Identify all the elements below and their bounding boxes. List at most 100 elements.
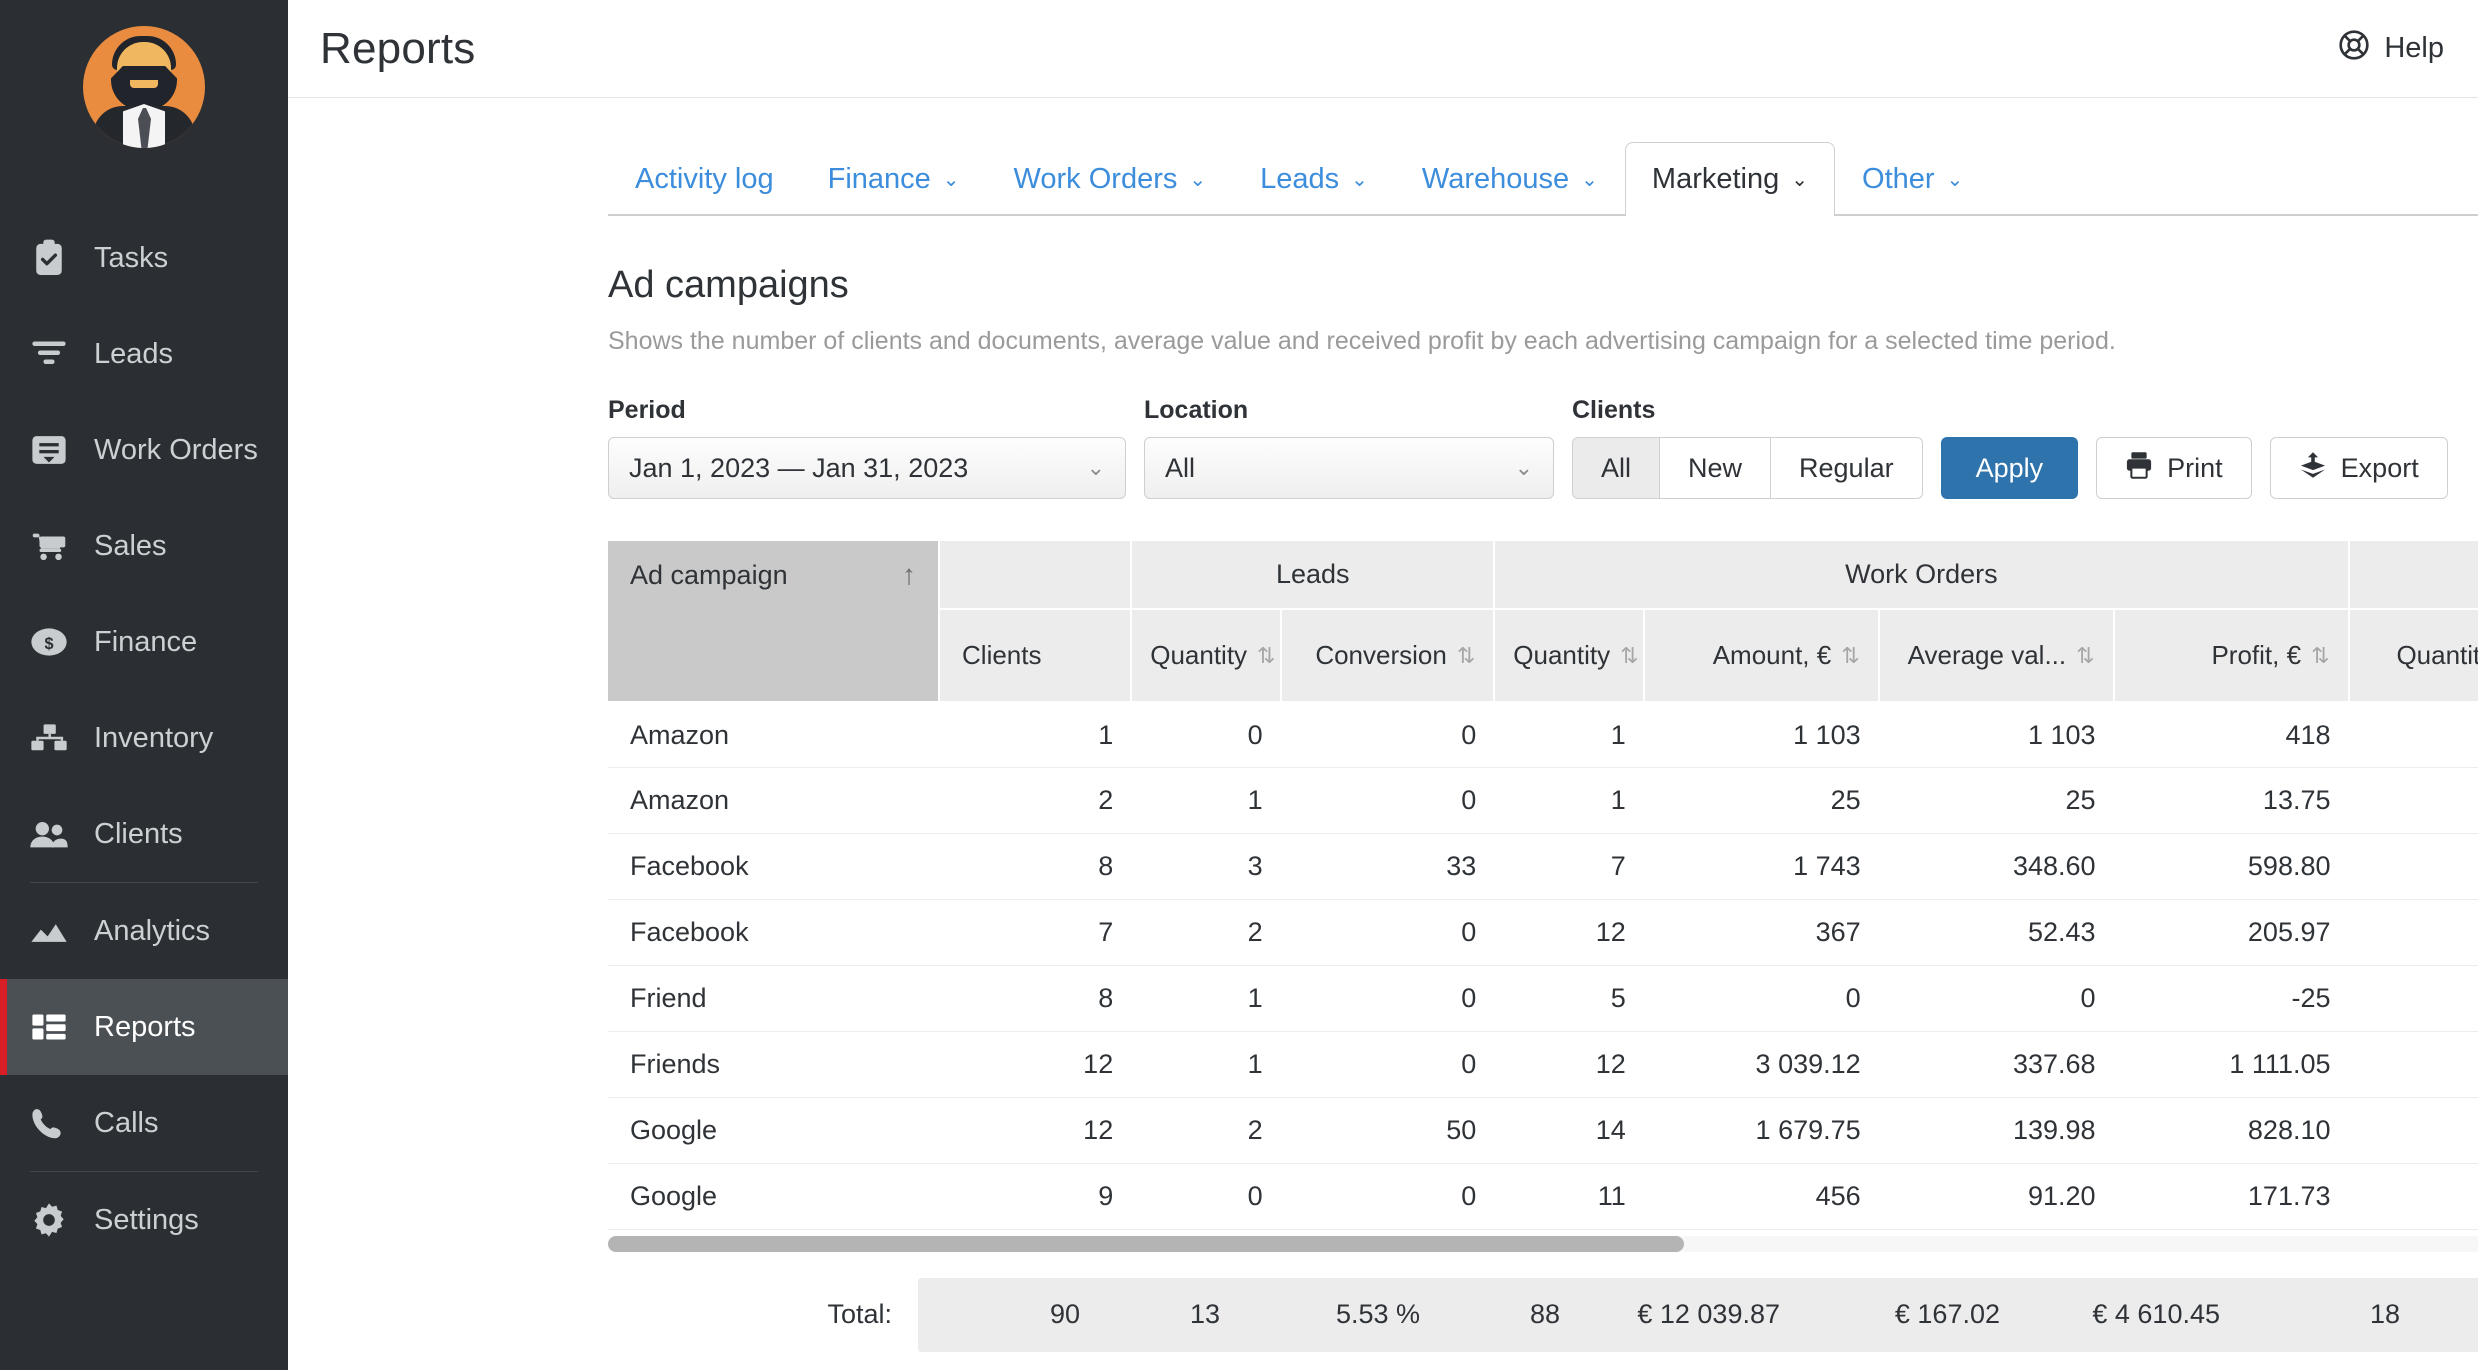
cell-wo-quantity: 1 [1610,784,1626,815]
sidebar-item-work-orders[interactable]: Work Orders [0,402,288,498]
tab-warehouse[interactable]: Warehouse ⌄ [1395,142,1625,216]
cell-clients: 12 [1083,1114,1114,1145]
table-row[interactable]: Amazon 1 0 0 1 1 103 1 103 418 0 0 [608,701,2478,767]
total-leads-conversion: 5.53 % [1335,1299,1420,1329]
total-clients: 90 [1049,1299,1080,1329]
column-group-leads: Leads [1131,541,1496,609]
table-row[interactable]: Friends 12 1 0 12 3 039.12 337.68 1 111.… [608,1031,2478,1097]
scrollbar-thumb[interactable] [608,1235,1684,1252]
sort-icon: ⇅ [1841,642,1860,668]
dollar-coin-icon: $ [26,619,72,665]
table-row[interactable]: Facebook 7 2 0 12 367 52.43 205.97 0 0 [608,899,2478,965]
sidebar-item-label: Finance [94,625,198,658]
cell-leads-conversion: 0 [1461,1048,1477,1079]
help-button[interactable]: Help [2338,29,2444,69]
column-header-label: Average val... [1907,640,2067,670]
chevron-down-icon: ⌄ [1514,455,1533,480]
column-header-clients[interactable]: Clients [939,608,1133,701]
tab-work-orders[interactable]: Work Orders ⌄ [987,142,1234,216]
avatar[interactable] [83,26,205,148]
report-table-container: Ad campaign ↑ Leads Work Orders Clients … [608,541,2478,1352]
column-header-wo-quantity[interactable]: Quantity ⇅ [1494,608,1645,701]
cell-wo-quantity: 12 [1595,916,1626,947]
tab-label: Warehouse [1421,163,1570,195]
column-header-leads-quantity[interactable]: Quantity ⇅ [1131,608,1282,701]
filter-bar: Period Jan 1, 2023 — Jan 31, 2023 ⌄ Loca… [608,396,2478,499]
cell-wo-quantity: 12 [1595,1048,1626,1079]
column-header-wo-profit[interactable]: Profit, € ⇅ [2113,608,2350,701]
table-row[interactable]: Google 9 0 0 11 456 91.20 171.73 0 0 [608,1163,2478,1229]
table-row[interactable]: Facebook 8 3 33 7 1 743 348.60 598.80 1 … [608,833,2478,899]
cell-wo-quantity: 11 [1597,1180,1626,1211]
cell-other-quantity: 0 [2349,767,2478,833]
sidebar-item-finance[interactable]: $ Finance [0,594,288,690]
sidebar-item-leads[interactable]: Leads [0,306,288,402]
tabs-list: Activity log Finance ⌄ Work Orders ⌄ Lea… [608,142,1990,218]
cell-leads-conversion: 0 [1461,916,1477,947]
column-header-leads-conversion[interactable]: Conversion ⇅ [1280,608,1496,701]
sort-icon: ⇅ [1257,642,1276,668]
cell-wo-amount: 456 [1815,1180,1861,1211]
column-header-other-quantity[interactable]: Quantity⇅ [2348,608,2478,701]
table-row[interactable]: Friend 8 1 0 5 0 0 -25 3 2 204 [608,965,2478,1031]
table-row[interactable]: Google 12 2 50 14 1 679.75 139.98 828.10… [608,1097,2478,1163]
sidebar-item-sales[interactable]: Sales [0,498,288,594]
column-header-ad-campaign[interactable]: Ad campaign ↑ [608,541,941,701]
total-other-amount: € 8 390.25 [2418,1299,2478,1330]
sidebar-item-analytics[interactable]: Analytics [0,883,288,979]
avatar-container[interactable] [0,26,288,148]
cell-campaign: Google [630,1114,718,1145]
clients-option-new[interactable]: New [1660,437,1772,499]
clients-filter: Clients All New Regular [1572,396,1923,499]
clients-option-all[interactable]: All [1572,437,1661,499]
column-header-wo-amount[interactable]: Amount, € ⇅ [1643,608,1880,701]
total-leads-quantity: 13 [1189,1299,1220,1329]
cell-wo-amount: 1 103 [1793,720,1861,751]
sort-ascending-icon: ↑ [902,559,917,590]
tab-marketing[interactable]: Marketing ⌄ [1624,142,1836,218]
chevron-down-icon: ⌄ [1086,455,1105,480]
period-select[interactable]: Jan 1, 2023 — Jan 31, 2023 ⌄ [608,437,1126,499]
sidebar-item-calls[interactable]: Calls [0,1075,288,1171]
report-title: Ad campaigns [608,264,849,306]
table-head: Ad campaign ↑ Leads Work Orders Clients … [608,541,2478,701]
sidebar-item-clients[interactable]: Clients [0,786,288,882]
total-wo-average: € 167.02 [1894,1299,2000,1329]
sidebar-item-inventory[interactable]: Inventory [0,690,288,786]
sidebar-item-settings[interactable]: Settings [0,1172,288,1268]
cell-wo-profit: 598.80 [2247,850,2331,881]
tab-other[interactable]: Other ⌄ [1835,142,1990,216]
clients-segmented-control: All New Regular [1572,437,1923,499]
sort-icon: ⇅ [2311,642,2330,668]
print-button[interactable]: Print [2096,437,2252,499]
cell-wo-average: 139.98 [2012,1114,2096,1145]
sidebar-item-reports[interactable]: Reports [0,979,288,1075]
location-label: Location [1144,396,1249,424]
sidebar-item-label: Analytics [94,914,211,947]
total-other-quantity: 18 [2369,1299,2400,1329]
cell-wo-amount: 3 039.12 [1755,1048,1861,1079]
cell-other-quantity: 0 [2349,899,2478,965]
column-header-wo-average-value[interactable]: Average val... ⇅ [1878,608,2115,701]
table-row[interactable]: Amazon 2 1 0 1 25 25 13.75 0 0 [608,767,2478,833]
report-tabs: Activity log Finance ⌄ Work Orders ⌄ Lea… [288,138,2478,218]
shopping-cart-icon [26,523,72,569]
column-header-label: Ad campaign [630,559,788,590]
tab-activity-log[interactable]: Activity log [608,142,801,216]
table-total-row: Total: 90 13 5.53 % 88 € 12 039.87 € 167… [608,1277,2478,1352]
horizontal-scrollbar[interactable] [608,1235,2478,1252]
location-select[interactable]: All ⌄ [1144,437,1554,499]
apply-button[interactable]: Apply [1940,437,2079,499]
sidebar-item-tasks[interactable]: Tasks [0,210,288,306]
cell-clients: 1 [1098,720,1114,751]
clients-option-regular[interactable]: Regular [1771,437,1923,499]
export-button[interactable]: Export [2269,437,2448,499]
sidebar-item-label: Leads [94,337,174,370]
cell-campaign: Amazon [630,784,730,815]
cell-leads-quantity: 1 [1247,982,1263,1013]
cell-leads-quantity: 2 [1247,916,1263,947]
cell-campaign: Amazon [630,720,730,751]
tab-finance[interactable]: Finance ⌄ [801,142,987,216]
tab-leads[interactable]: Leads ⌄ [1233,142,1395,216]
tab-label: Activity log [635,163,774,195]
